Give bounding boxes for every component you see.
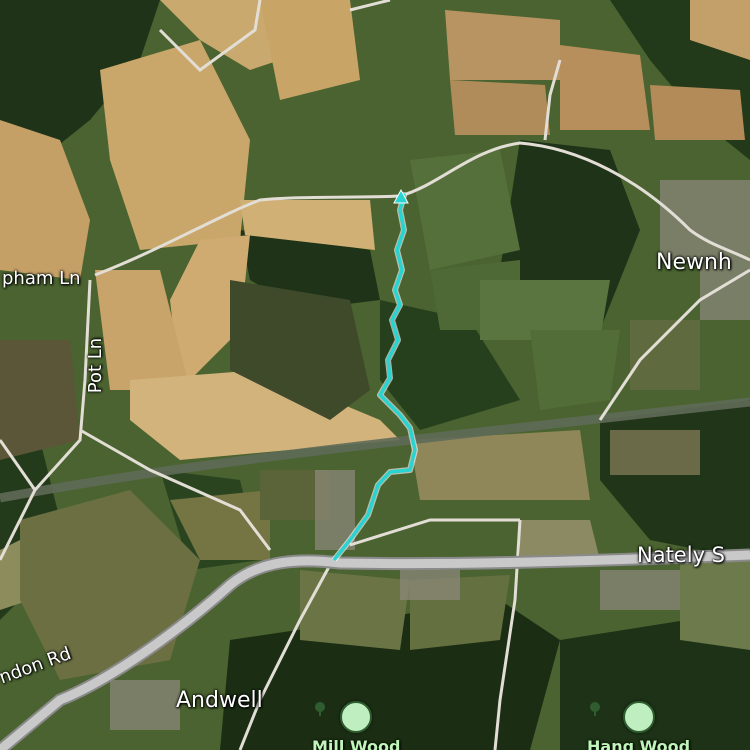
tree-icon — [590, 701, 655, 733]
road-label-pot-ln: Pot Ln — [85, 337, 107, 394]
poi-hang-wood[interactable]: Hang Wood — [587, 701, 690, 750]
poi-label-mill-wood: Mill Wood — [312, 737, 401, 750]
map-view[interactable]: pham Ln Pot Ln Nately S ndon Rd Newnh An… — [0, 0, 750, 750]
tree-icon — [315, 701, 373, 733]
road-label-nately-s: Nately S — [637, 543, 725, 567]
place-label-andwell: Andwell — [176, 688, 263, 713]
road-label-newnham-ln: pham Ln — [2, 268, 81, 289]
poi-mill-wood[interactable]: Mill Wood — [312, 701, 400, 750]
poi-label-hang-wood: Hang Wood — [587, 737, 691, 750]
place-label-newnham: Newnh — [656, 250, 732, 275]
satellite-imagery — [0, 0, 750, 750]
